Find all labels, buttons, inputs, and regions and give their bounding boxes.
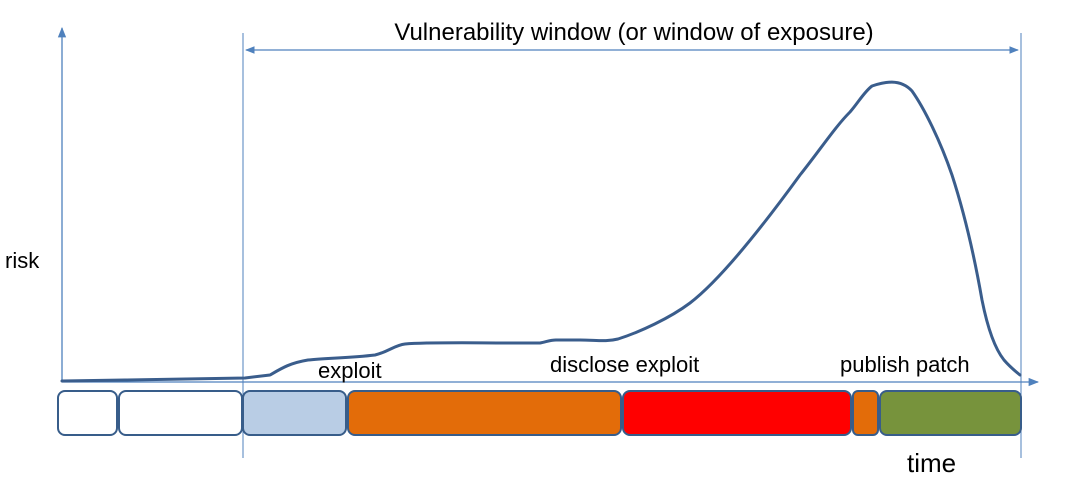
phase-box-4 [347, 390, 622, 436]
vulnerability-window-diagram: Vulnerability window (or window of expos… [5, 19, 1040, 478]
x-axis-label: time [907, 448, 956, 478]
risk-curve [60, 80, 1022, 383]
window-title: Vulnerability window (or window of expos… [394, 19, 873, 46]
disclose-exploit-label: disclose exploit [550, 352, 699, 377]
y-axis-label: risk [5, 248, 40, 273]
phase-box-5 [622, 390, 852, 436]
exploit-label: exploit [318, 358, 382, 383]
phase-box-3 [242, 390, 347, 436]
phase-box-2 [118, 390, 243, 436]
phase-box-7 [879, 390, 1022, 436]
publish-patch-label: publish patch [840, 352, 970, 377]
phase-box-6 [852, 390, 879, 436]
phase-box-1 [57, 390, 118, 436]
